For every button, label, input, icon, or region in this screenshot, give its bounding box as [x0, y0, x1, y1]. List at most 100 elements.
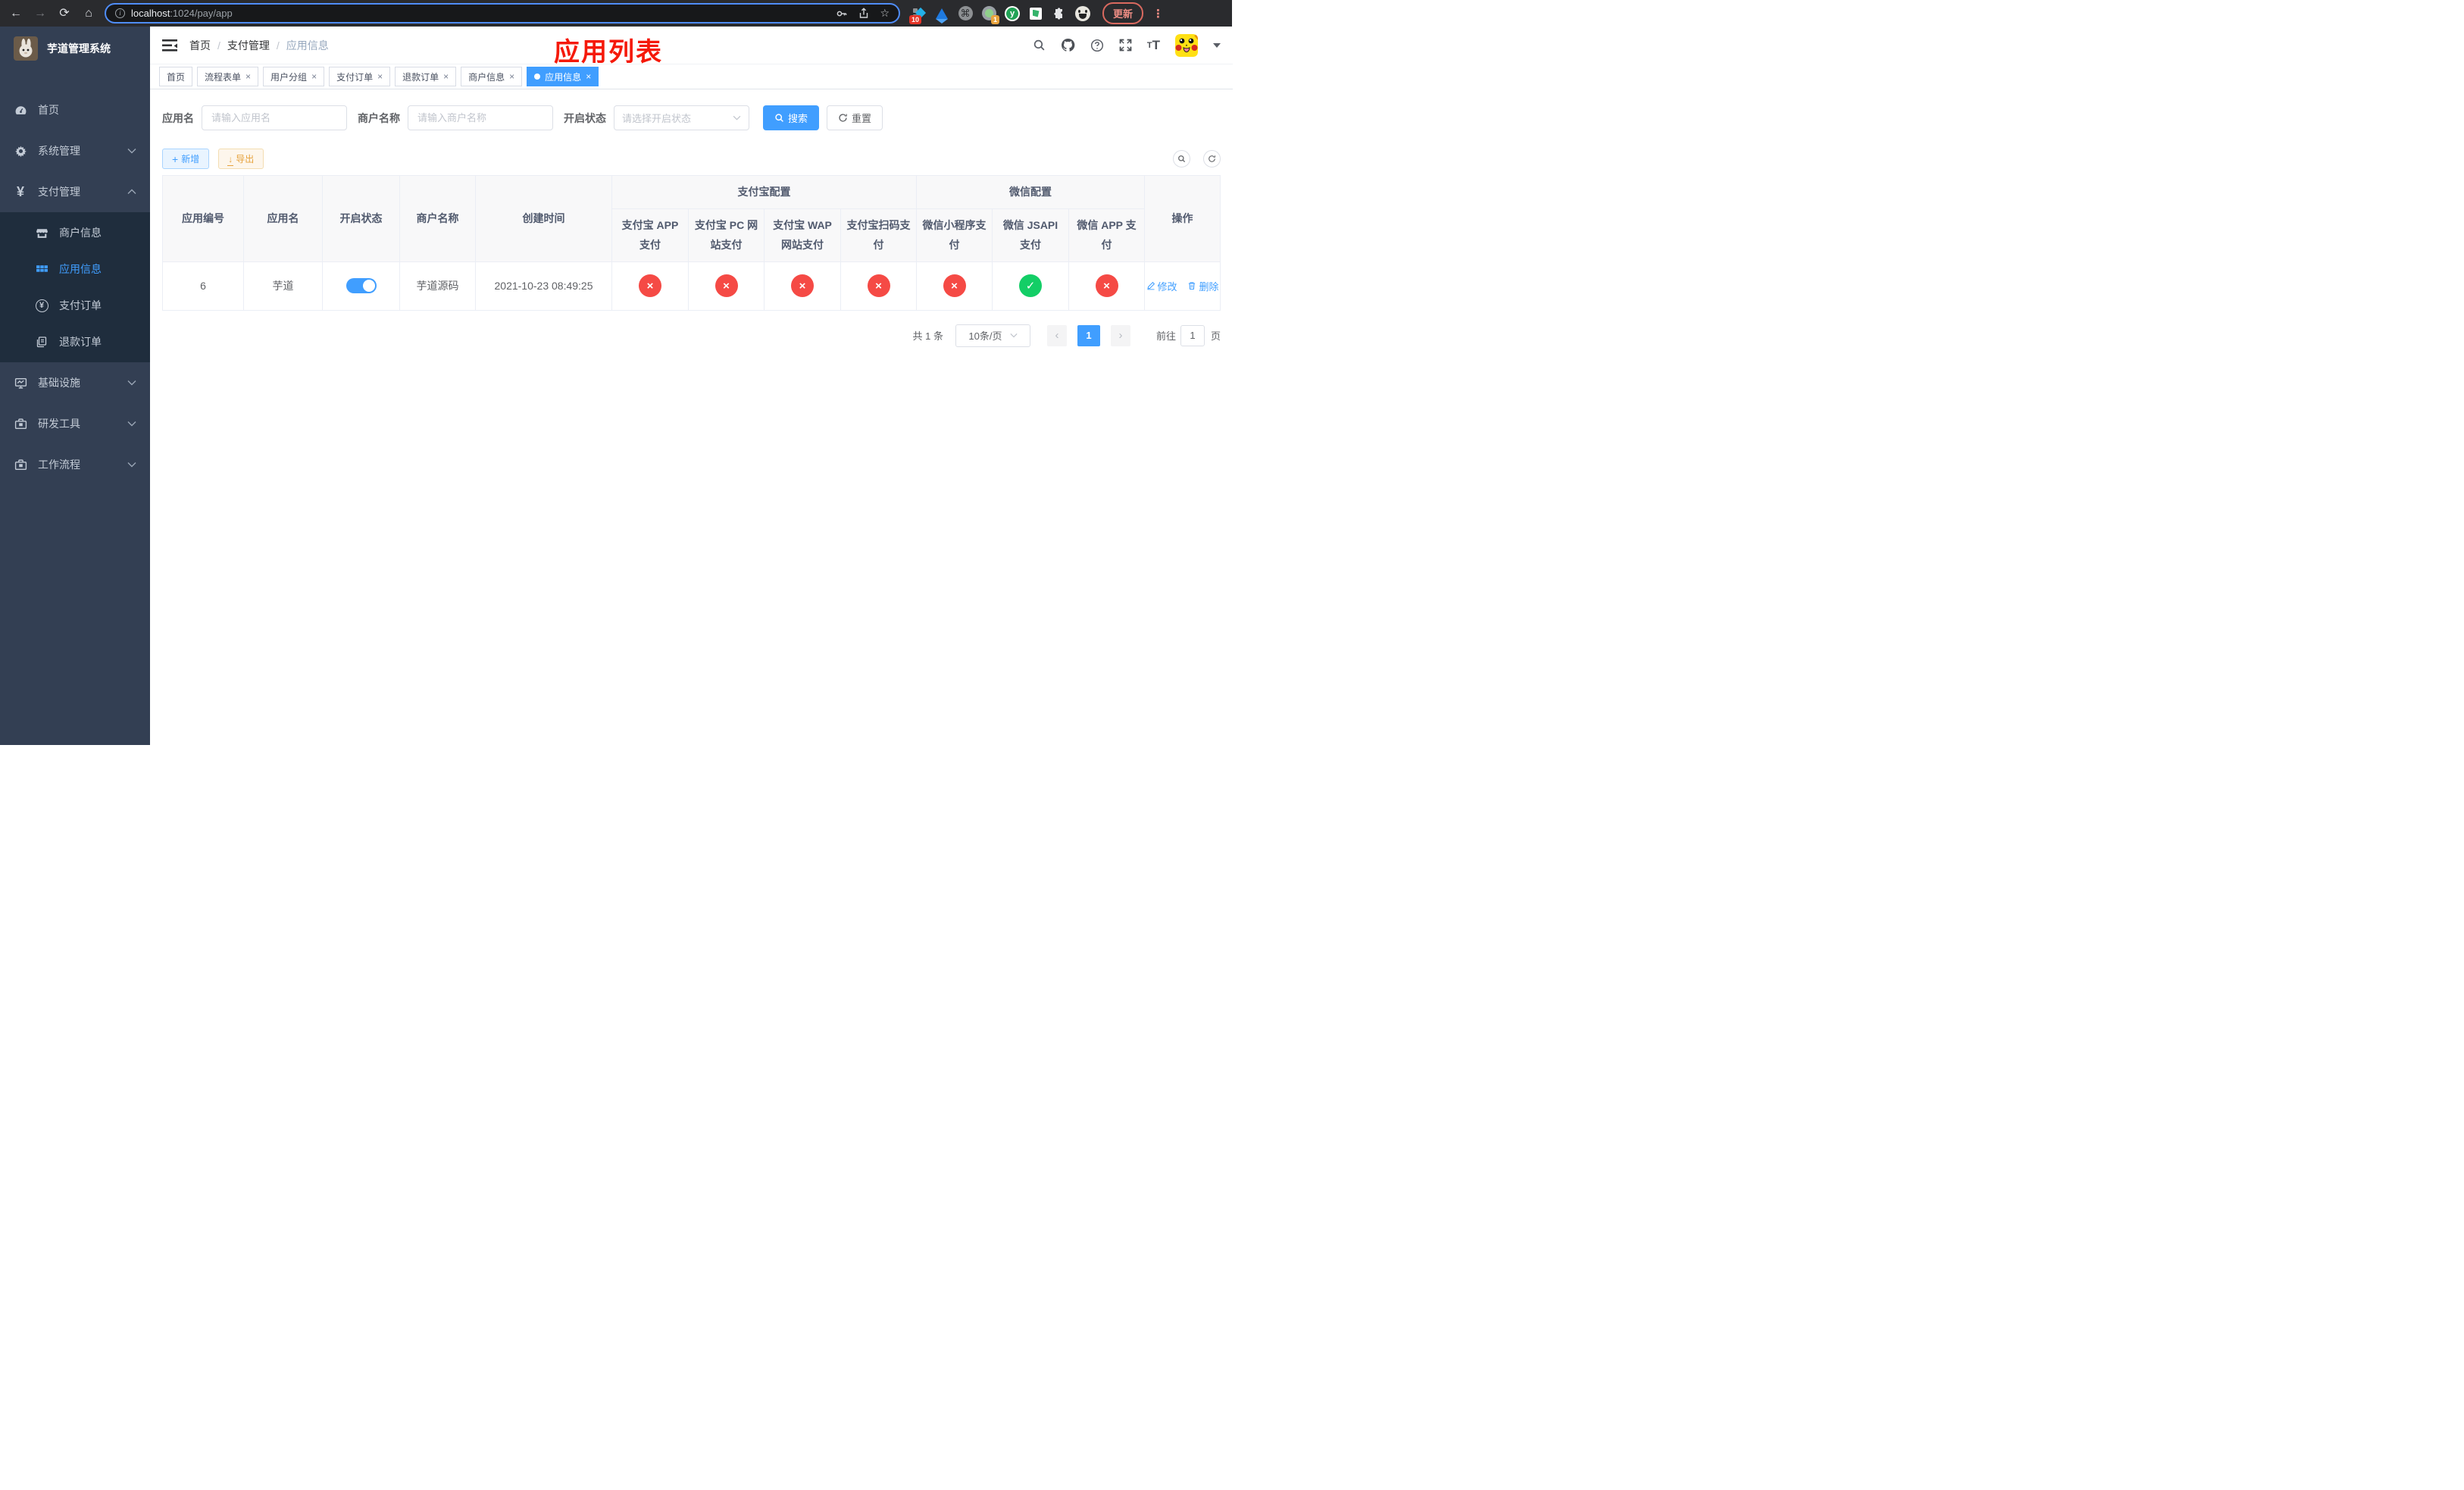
sidebar-item-system[interactable]: 系统管理 — [0, 130, 150, 171]
merchant-name-input[interactable] — [408, 105, 553, 130]
sidebar-collapse-icon[interactable] — [162, 39, 177, 52]
monitor-icon — [14, 376, 27, 390]
reset-button[interactable]: 重置 — [827, 105, 883, 130]
status-select[interactable]: 请选择开启状态 — [614, 105, 749, 130]
tab-close-icon[interactable]: × — [509, 71, 514, 82]
active-tab-dot — [534, 74, 541, 80]
browser-reload-button[interactable]: ⟳ — [56, 7, 73, 20]
profile-avatar-icon[interactable] — [1075, 5, 1090, 21]
address-bar[interactable]: i localhost:1024/pay/app ☆ — [105, 3, 900, 23]
next-page-button[interactable]: › — [1110, 324, 1130, 346]
tab-pay-orders[interactable]: 支付订单 × — [329, 67, 391, 86]
delete-link-label: 删除 — [1199, 280, 1219, 293]
extension-doc-icon[interactable] — [1028, 6, 1043, 21]
app-logo — [14, 36, 38, 61]
sidebar-item-label: 商户信息 — [59, 227, 102, 239]
extension-camera-icon[interactable]: 1 — [981, 6, 999, 24]
breadcrumb-home[interactable]: 首页 — [189, 38, 211, 53]
share-icon[interactable] — [858, 8, 869, 19]
extensions-puzzle-icon[interactable] — [1052, 6, 1067, 21]
cell-actions: 修改 删除 — [1144, 261, 1221, 311]
column-header-actions: 操作 — [1144, 175, 1221, 262]
merchant-name-label: 商户名称 — [358, 111, 400, 124]
dashboard-icon — [14, 103, 27, 117]
pagination: 共 1 条 10条/页 ‹ 1 › 前往 页 — [162, 324, 1221, 347]
refresh-table-button[interactable] — [1203, 150, 1221, 167]
cell-app-id: 6 — [162, 261, 244, 311]
top-navbar: 首页 / 支付管理 / 应用信息 TT — [150, 27, 1233, 64]
browser-update-button[interactable]: 更新 — [1102, 2, 1144, 24]
grid-icon — [35, 262, 48, 276]
sidebar-item-merchant-info[interactable]: 商户信息 — [0, 214, 150, 251]
tab-close-icon[interactable]: × — [443, 71, 449, 82]
breadcrumb-payment[interactable]: 支付管理 — [227, 38, 270, 53]
breadcrumb-separator: / — [217, 39, 220, 52]
extension-gem-icon[interactable] — [934, 6, 949, 23]
tab-user-group[interactable]: 用户分组 × — [263, 67, 325, 86]
tab-close-icon[interactable]: × — [311, 71, 317, 82]
browser-forward-button[interactable]: → — [32, 7, 48, 20]
status-toggle[interactable] — [346, 278, 377, 294]
fullscreen-icon[interactable] — [1119, 39, 1132, 52]
show-search-toggle-button[interactable] — [1173, 150, 1190, 167]
delete-link[interactable]: 删除 — [1187, 279, 1218, 293]
wechat-app-pay-close-icon: × — [1095, 274, 1118, 298]
reset-button-label: 重置 — [852, 113, 872, 124]
prev-page-button[interactable]: ‹ — [1046, 324, 1067, 346]
sidebar-item-infra[interactable]: 基础设施 — [0, 362, 150, 403]
site-info-icon[interactable]: i — [115, 8, 125, 18]
yen-icon: ¥ — [16, 184, 24, 199]
browser-home-button[interactable]: ⌂ — [80, 7, 97, 20]
sidebar-item-home[interactable]: 首页 — [0, 89, 150, 130]
sidebar-item-pay-orders[interactable]: ¥ 支付订单 — [0, 287, 150, 324]
filter-form: 应用名 商户名称 开启状态 请选择开启状态 搜索 重置 — [162, 105, 1221, 130]
search-icon[interactable] — [1033, 39, 1046, 52]
bookmark-star-icon[interactable]: ☆ — [880, 7, 890, 20]
sidebar-item-label: 应用信息 — [59, 263, 102, 275]
app-name-input[interactable] — [202, 105, 347, 130]
edit-link[interactable]: 修改 — [1146, 279, 1177, 293]
tab-merchant-info[interactable]: 商户信息 × — [461, 67, 523, 86]
sidebar-item-payment[interactable]: ¥ 支付管理 — [0, 171, 150, 212]
column-header-app-id: 应用编号 — [162, 175, 244, 262]
tab-close-icon[interactable]: × — [586, 71, 591, 82]
tab-home[interactable]: 首页 — [159, 67, 193, 86]
password-key-icon[interactable] — [836, 8, 848, 20]
sidebar: 芋道管理系统 首页 系统管理 ¥ 支付管理 商户信息 应用信息 ¥ 支付订单 退… — [0, 27, 150, 745]
tab-close-icon[interactable]: × — [377, 71, 383, 82]
briefcase-icon — [14, 458, 27, 471]
add-button[interactable]: + 新增 — [162, 149, 210, 169]
tab-process-form[interactable]: 流程表单 × — [197, 67, 259, 86]
page-number-button[interactable]: 1 — [1077, 324, 1100, 346]
export-button[interactable]: ↓ 导出 — [218, 149, 264, 169]
tab-close-icon[interactable]: × — [245, 71, 251, 82]
sidebar-item-workflow[interactable]: 工作流程 — [0, 444, 150, 485]
user-menu-caret-icon[interactable] — [1213, 42, 1221, 48]
gear-icon — [14, 144, 27, 158]
sidebar-item-label: 基础设施 — [38, 377, 80, 389]
alipay-wap-pay-close-icon: × — [791, 274, 814, 298]
breadcrumb-current: 应用信息 — [286, 39, 329, 52]
tab-refund-orders[interactable]: 退款订单 × — [395, 67, 457, 86]
github-icon[interactable] — [1061, 38, 1075, 52]
sidebar-item-refund-orders[interactable]: 退款订单 — [0, 324, 150, 360]
browser-menu-icon[interactable]: ⋮ — [1152, 7, 1164, 20]
sidebar-logo-row[interactable]: 芋道管理系统 — [0, 27, 150, 70]
browser-back-button[interactable]: ← — [8, 7, 24, 20]
font-size-icon[interactable]: TT — [1147, 38, 1160, 53]
extension-blocks-icon[interactable]: 10 — [909, 6, 927, 24]
refresh-icon — [1209, 155, 1215, 162]
page-size-select[interactable]: 10条/页 — [955, 324, 1030, 347]
tab-app-info[interactable]: 应用信息 × — [527, 67, 599, 86]
column-header-alipay-app: 支付宝 APP 支付 — [611, 208, 689, 262]
sidebar-item-app-info[interactable]: 应用信息 — [0, 251, 150, 287]
user-avatar[interactable] — [1175, 33, 1198, 57]
extension-command-icon[interactable]: ⌘ — [958, 6, 973, 21]
goto-page-input[interactable] — [1180, 324, 1205, 346]
extension-y-icon[interactable]: y — [1005, 5, 1020, 21]
download-icon: ↓ — [227, 153, 234, 166]
sidebar-item-dev-tools[interactable]: 研发工具 — [0, 403, 150, 444]
url-text[interactable]: localhost:1024/pay/app — [131, 8, 830, 19]
search-button[interactable]: 搜索 — [763, 105, 820, 130]
help-icon[interactable] — [1090, 39, 1104, 52]
